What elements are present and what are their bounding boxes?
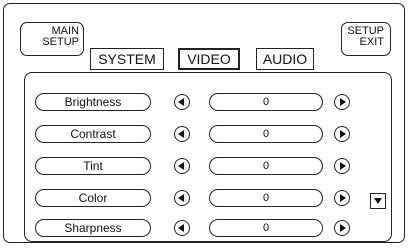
left-arrow-icon[interactable] [174,190,190,206]
right-arrow-icon[interactable] [334,190,350,206]
down-arrow-icon[interactable] [370,193,386,209]
setting-row-contrast: Contrast 0 [25,125,391,145]
left-arrow-icon[interactable] [174,94,190,110]
right-arrow-icon[interactable] [334,94,350,110]
tab-audio[interactable]: AUDIO [256,48,314,70]
setting-label[interactable]: Contrast [35,125,151,143]
setup-exit-label-line2: EXIT [359,36,384,48]
left-arrow-icon[interactable] [174,126,190,142]
right-arrow-icon[interactable] [334,158,350,174]
setting-label[interactable]: Brightness [35,93,151,111]
setting-label[interactable]: Color [35,189,151,207]
setting-row-brightness: Brightness 0 [25,93,391,113]
main-setup-button[interactable]: MAIN SETUP [20,22,84,56]
setting-value[interactable]: 0 [209,125,323,143]
setting-row-color: Color 0 [25,189,391,209]
setting-value[interactable]: 0 [209,93,323,111]
setting-value[interactable]: 0 [209,219,323,237]
right-arrow-icon[interactable] [334,126,350,142]
setting-value[interactable]: 0 [209,189,323,207]
setting-row-tint: Tint 0 [25,157,391,177]
tab-system[interactable]: SYSTEM [90,48,164,70]
left-arrow-icon[interactable] [174,158,190,174]
setting-label[interactable]: Sharpness [35,219,151,237]
video-settings-panel: Brightness 0 Contrast 0 Tint 0 Color 0 S… [24,72,392,242]
tab-video[interactable]: VIDEO [178,48,240,70]
setting-value[interactable]: 0 [209,157,323,175]
right-arrow-icon[interactable] [334,220,350,236]
main-setup-label-line2: SETUP [42,36,79,48]
setting-label[interactable]: Tint [35,157,151,175]
setup-exit-button[interactable]: SETUP EXIT [341,22,391,56]
left-arrow-icon[interactable] [174,220,190,236]
setting-row-sharpness: Sharpness 0 [25,219,391,239]
